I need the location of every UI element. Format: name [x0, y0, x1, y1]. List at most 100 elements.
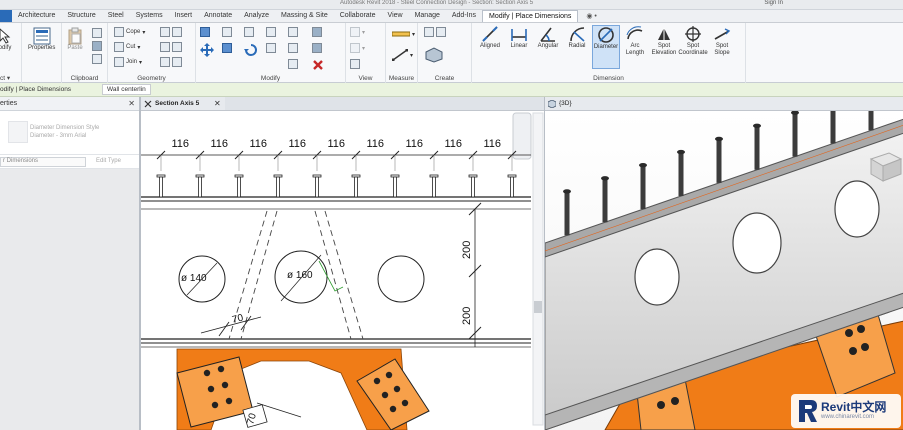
- cut-button[interactable]: Cut ▾: [114, 42, 140, 52]
- linework-icon[interactable]: [350, 59, 360, 69]
- match-properties-icon[interactable]: [92, 54, 102, 64]
- arc-length-dimension-button[interactable]: Arc Length: [621, 25, 649, 69]
- shear-stud[interactable]: [351, 174, 361, 198]
- section-canvas[interactable]: 116 116 116 116 116 116 116 116 116 200 200: [141, 111, 544, 430]
- modify-button[interactable]: odify: [0, 27, 14, 51]
- shear-stud[interactable]: [234, 174, 244, 198]
- offset-icon[interactable]: [222, 27, 232, 37]
- geometry-tool-2[interactable]: [160, 42, 182, 52]
- angular-dimension-button[interactable]: Angular: [534, 25, 562, 69]
- top-dimension-text[interactable]: 116: [250, 138, 268, 150]
- geometry-tool-1[interactable]: [160, 27, 182, 37]
- tab-section-axis-5[interactable]: Section Axis 5 ✕: [141, 97, 225, 111]
- split-icon[interactable]: [288, 27, 298, 37]
- spot-slope-icon: [713, 25, 731, 43]
- instance-filter-dropdown[interactable]: r Dimensions: [0, 157, 86, 167]
- right-dimension-lower: 200: [461, 307, 473, 325]
- tab-annotate[interactable]: Annotate: [198, 10, 238, 22]
- spot-coordinate-dimension-button[interactable]: Spot Coordinate: [678, 25, 708, 69]
- vertical-scrollbar[interactable]: [532, 112, 544, 426]
- shear-stud[interactable]: [507, 174, 517, 198]
- top-dimension-text[interactable]: 116: [328, 138, 346, 150]
- hole-right[interactable]: [377, 255, 425, 303]
- aligned-dimension-button[interactable]: Aligned: [476, 25, 504, 69]
- join-button[interactable]: Join ▾: [114, 57, 142, 67]
- top-dimension-text[interactable]: 116: [445, 138, 463, 150]
- select-panel-title[interactable]: ct ▾: [0, 74, 21, 82]
- diameter-dimension-button[interactable]: Diameter: [592, 25, 620, 69]
- scale-icon[interactable]: [288, 59, 298, 69]
- sign-in-link[interactable]: Sign In: [764, 0, 783, 6]
- align-icon[interactable]: [200, 27, 210, 37]
- hide-element-icon[interactable]: ▾: [350, 43, 365, 53]
- section-drawing[interactable]: 116 116 116 116 116 116 116 116 116 200 200: [141, 111, 544, 430]
- edit-type-button[interactable]: Edit Type: [96, 158, 121, 164]
- pin-icon[interactable]: [312, 27, 322, 37]
- 3d-hole-1: [634, 248, 680, 306]
- tab-systems[interactable]: Systems: [130, 10, 169, 22]
- copy-icon[interactable]: [222, 43, 232, 53]
- measure-distance-icon[interactable]: ▾: [392, 29, 415, 39]
- close-icon[interactable]: ✕: [214, 99, 221, 108]
- tab-manage[interactable]: Manage: [409, 10, 446, 22]
- tab-modify-place-dimensions[interactable]: Modify | Place Dimensions: [482, 10, 579, 22]
- scrollbar-thumb[interactable]: [534, 301, 542, 313]
- aligned-dimension-icon[interactable]: ▾: [392, 49, 413, 61]
- geometry-tool-3[interactable]: [160, 57, 182, 67]
- shear-stud[interactable]: [468, 174, 478, 198]
- create-assembly-icon[interactable]: [424, 27, 446, 37]
- navigation-bar[interactable]: [512, 112, 532, 160]
- create-similar-icon[interactable]: [424, 47, 444, 63]
- spot-elevation-dimension-button[interactable]: Spot Elevation: [650, 25, 678, 69]
- top-dimension-text[interactable]: 116: [484, 138, 502, 150]
- shear-stud[interactable]: [390, 174, 400, 198]
- linear-dimension-button[interactable]: Linear: [505, 25, 533, 69]
- close-icon[interactable]: ✕: [128, 99, 135, 108]
- shear-stud[interactable]: [156, 174, 166, 198]
- tab-collaborate[interactable]: Collaborate: [334, 10, 382, 22]
- override-graphics-icon[interactable]: ▾: [350, 27, 365, 37]
- mirror-axis-icon[interactable]: [244, 27, 254, 37]
- shear-stud[interactable]: [195, 174, 205, 198]
- rotate-icon[interactable]: [244, 43, 258, 57]
- top-dimension-text[interactable]: 116: [211, 138, 229, 150]
- tab-3d[interactable]: {3D} ✕: [545, 97, 903, 111]
- shear-stud[interactable]: [312, 174, 322, 198]
- top-dimension-text[interactable]: 116: [289, 138, 307, 150]
- copy-clipboard-icon[interactable]: [92, 41, 102, 51]
- file-tab[interactable]: [0, 10, 12, 22]
- cope-button[interactable]: Cope ▾: [114, 27, 145, 37]
- dimension-panel-title: Dimension: [593, 75, 624, 82]
- shear-stud[interactable]: [273, 174, 283, 198]
- tab-architecture[interactable]: Architecture: [12, 10, 61, 22]
- wall-centerline-dropdown[interactable]: Wall centerlin: [102, 84, 151, 95]
- trim-icon[interactable]: [266, 43, 276, 53]
- 3d-canvas[interactable]: Revit中文网 www.chinarevit.com: [545, 111, 903, 430]
- tab-options-icon[interactable]: ◉ •: [578, 10, 605, 22]
- tab-add-ins[interactable]: Add-Ins: [446, 10, 482, 22]
- tab-insert[interactable]: Insert: [169, 10, 199, 22]
- spot-slope-dimension-button[interactable]: Spot Slope: [708, 25, 736, 69]
- tab-view[interactable]: View: [382, 10, 409, 22]
- threed-view: {3D} ✕: [544, 97, 903, 430]
- top-dimension-text[interactable]: 116: [172, 138, 190, 150]
- shear-stud[interactable]: [429, 174, 439, 198]
- panel-create: Create: [418, 23, 472, 83]
- paste-button[interactable]: Paste: [66, 27, 84, 51]
- type-selector[interactable]: Diameter Dimension Style Diameter - 3mm …: [0, 111, 139, 155]
- radial-dimension-button[interactable]: Radial: [563, 25, 591, 69]
- 3d-drawing[interactable]: [545, 111, 903, 430]
- mirror-draw-icon[interactable]: [266, 27, 276, 37]
- tab-analyze[interactable]: Analyze: [238, 10, 275, 22]
- array-icon[interactable]: [288, 43, 298, 53]
- tab-structure[interactable]: Structure: [61, 10, 101, 22]
- move-icon[interactable]: [200, 43, 214, 57]
- delete-icon[interactable]: [312, 59, 324, 71]
- tab-steel[interactable]: Steel: [102, 10, 130, 22]
- top-dimension-text[interactable]: 116: [406, 138, 424, 150]
- cut-clipboard-icon[interactable]: [92, 28, 102, 38]
- properties-button[interactable]: Properties: [28, 27, 55, 51]
- unpin-icon[interactable]: [312, 43, 322, 53]
- top-dimension-text[interactable]: 116: [367, 138, 385, 150]
- tab-massing-site[interactable]: Massing & Site: [275, 10, 334, 22]
